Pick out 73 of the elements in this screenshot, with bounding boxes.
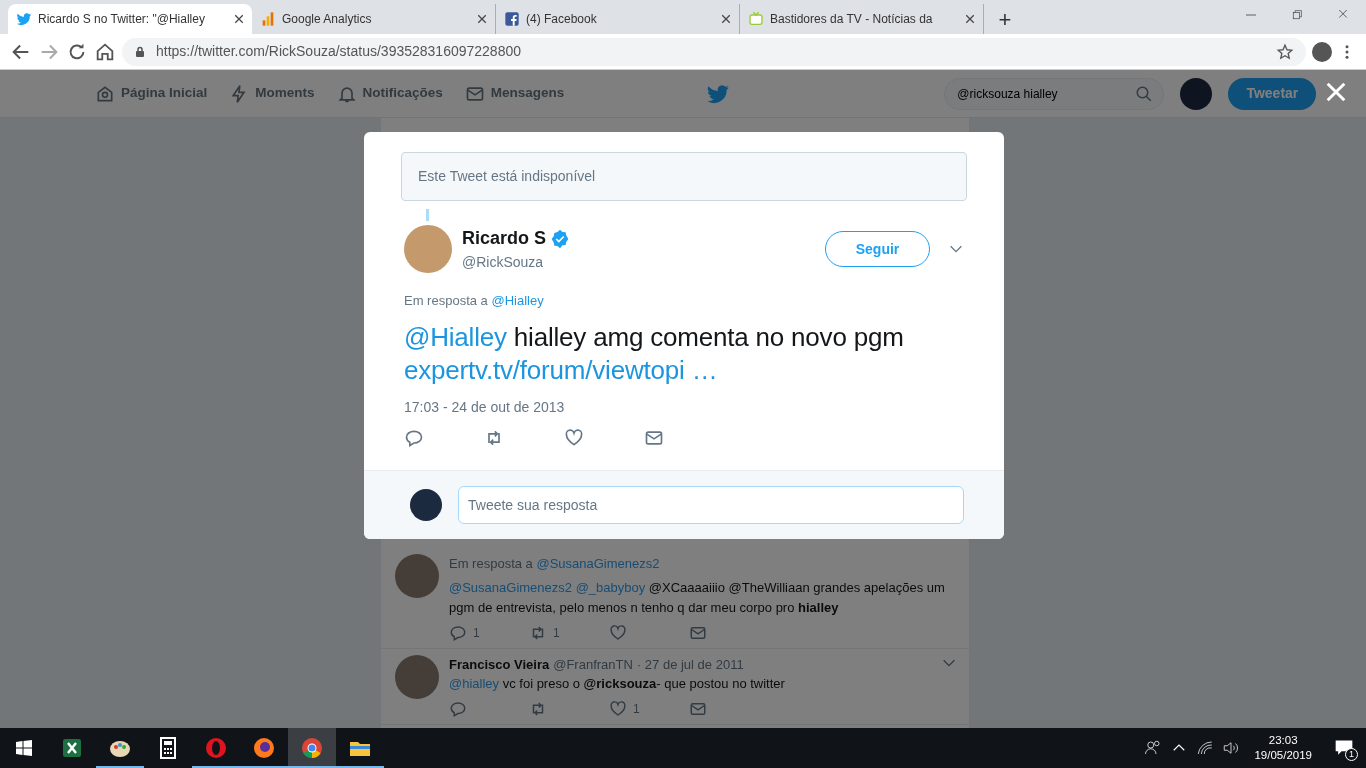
mention-link[interactable]: expertv.tv/forum/viewtopi … [404,354,718,385]
avatar[interactable] [404,225,452,273]
profile-avatar[interactable] [1312,41,1332,62]
avatar [410,488,442,521]
action-count: 1 [553,624,560,642]
chrome-ball-icon [300,736,324,760]
close-icon[interactable] [477,14,487,24]
tweet-text: @hialley vc foi preso o @ricksouza- que postou no twitter [449,675,786,693]
user-name[interactable]: Ricardo S [462,225,547,252]
reply-icon[interactable] [449,623,467,642]
nav-link[interactable]: Página Inicial [95,83,208,104]
spreadsheet-icon [60,736,84,760]
follow-button[interactable]: Seguir [825,231,930,267]
browser-tab[interactable]: Ricardo S no Twitter: "@Hialley [8,4,252,34]
close-button[interactable] [1326,82,1346,102]
close-icon[interactable] [721,14,731,24]
tweet-button[interactable]: Tweetar [1228,77,1317,110]
nav-link[interactable]: Moments [229,83,315,104]
nav-link[interactable]: Notificações [336,83,443,104]
heart-icon[interactable] [609,623,627,642]
taskbar-app[interactable] [288,728,336,768]
clock-time: 23:03 [1267,733,1299,748]
mention-link[interactable]: @Hialley [404,321,507,352]
windows-logo-icon [16,740,32,756]
unavailable-notice: Este Tweet está indisponível [401,152,967,201]
speaker-icon[interactable] [1222,739,1241,757]
heart-icon[interactable] [609,700,627,718]
tweet-date: · 27 de jul de 2011 [636,655,744,674]
avatar [395,654,439,699]
address-bar[interactable]: https://twitter.com/RickSouza/status/393528316097228800 [122,37,1306,66]
mention-link[interactable]: @_babyboy [575,579,646,595]
notification-count: 1 [1345,748,1358,761]
wifi-icon[interactable] [1196,739,1215,757]
reply-label: Em resposta a [449,556,534,571]
search-field[interactable]: @ricksouza hialley [944,77,1165,110]
close-icon[interactable] [234,14,244,24]
new-tab-button[interactable]: + [990,4,1020,34]
bird-icon [16,11,32,27]
close-icon [1326,82,1346,102]
user-handle: @RickSouza [462,253,545,272]
tweet-text: @Hialley hialley amg comenta no novo pgm expertv.tv/forum/viewtopi … [404,320,905,387]
envelope-icon[interactable] [689,700,707,718]
mention-link[interactable]: @hialley [449,676,500,691]
bar-chart-icon [260,11,276,27]
tweet-timestamp: 17:03 - 24 de out de 2013 [404,397,566,417]
search-input[interactable]: @ricksouza hialley [955,83,1130,104]
people-icon[interactable] [1144,739,1163,757]
user-handle: @FranfranTN [553,655,633,674]
clock-date: 19/05/2019 [1254,748,1312,763]
mention-link[interactable]: @SusanaGimenezs2 [449,579,573,595]
avatar [395,554,439,598]
tweet-text: @SusanaGimenezs2 @_babyboy @XCaaaaiiio @TheWilliaan grandes apelações um pgm de entrevista, pelo menos n tenho q dar meu corpo pro hialley [449,578,946,617]
lock-icon [134,45,146,58]
url-text: https://twitter.com/RickSouza/status/393528316097228800 [156,42,521,61]
fox-globe-icon [252,736,276,760]
mention-link[interactable]: @Hialley [491,293,544,308]
heart-icon[interactable] [564,427,584,448]
reply-icon[interactable] [449,700,467,718]
mention-link[interactable]: @SusanaGimenezs2 [536,556,660,571]
user-name[interactable]: Francisco Vieira [449,654,550,674]
tv-icon [748,11,764,27]
action-count: 1 [633,701,640,718]
user-avatar[interactable] [1180,77,1213,110]
star-icon[interactable] [1276,42,1294,61]
close-icon[interactable] [965,14,975,24]
notification-button[interactable]: 1 [1322,728,1366,768]
search-icon[interactable] [1135,84,1154,103]
nav-link[interactable]: Mensagens [464,83,565,104]
o-logo-icon [204,736,228,760]
reply-label: Em resposta a [404,293,489,308]
reply-input[interactable]: Tweete sua resposta [458,485,964,524]
f-logo-icon [504,11,520,27]
action-count: 1 [473,624,480,642]
